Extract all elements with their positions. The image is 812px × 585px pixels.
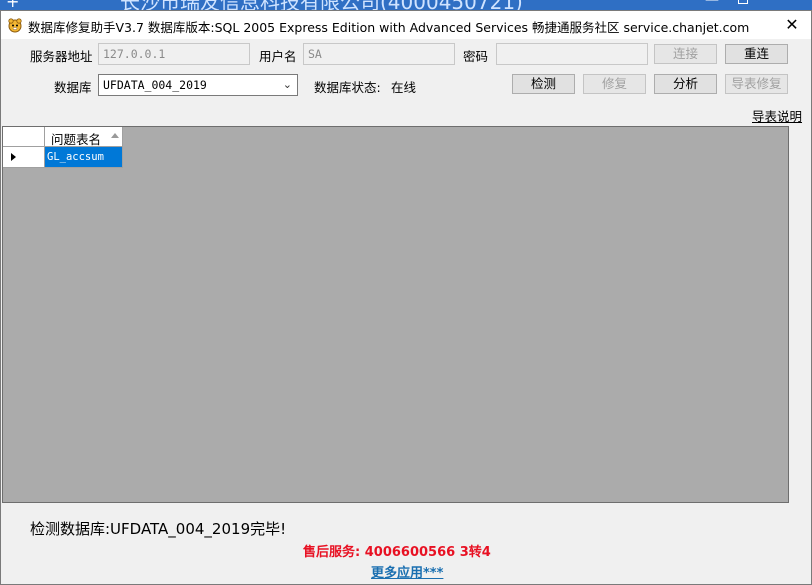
window-title: 数据库修复助手V3.7 数据库版本:SQL 2005 Express Editi… xyxy=(28,20,750,35)
database-label: 数据库 xyxy=(54,80,92,95)
table-row[interactable]: GL_accsum xyxy=(45,147,123,168)
row-header[interactable] xyxy=(3,147,45,168)
username-label: 用户名 xyxy=(259,49,297,64)
sort-ascending-icon xyxy=(111,133,119,138)
chevron-down-icon: ⌄ xyxy=(282,78,292,91)
reconnect-button[interactable]: 重连 xyxy=(725,44,788,64)
grid-corner-header[interactable] xyxy=(3,127,45,147)
database-status-value: 在线 xyxy=(391,80,417,95)
app-logo-icon xyxy=(8,18,22,33)
username-field[interactable]: SA xyxy=(303,43,455,65)
maximize-icon xyxy=(738,0,748,4)
server-address-field[interactable]: 127.0.0.1 xyxy=(98,43,250,65)
more-apps-link[interactable]: 更多应用*** xyxy=(371,562,443,581)
password-label: 密码 xyxy=(463,49,489,64)
plus-icon: + xyxy=(6,0,20,10)
current-row-pointer-icon xyxy=(11,153,16,161)
problem-tables-grid[interactable]: 问题表名 GL_accsum xyxy=(2,126,789,503)
status-message: 检测数据库:UFDATA_004_2019完毕! xyxy=(30,520,287,538)
import-repair-button[interactable]: 导表修复 xyxy=(725,74,788,94)
repair-assistant-window: 数据库修复助手V3.7 数据库版本:SQL 2005 Express Editi… xyxy=(0,10,812,585)
minimize-icon: — xyxy=(705,0,719,8)
import-help-link[interactable]: 导表说明 xyxy=(752,106,802,125)
close-button[interactable]: ✕ xyxy=(779,15,805,35)
connect-button[interactable]: 连接 xyxy=(654,44,717,64)
analyze-button[interactable]: 分析 xyxy=(654,74,717,94)
database-select-value: UFDATA_004_2019 xyxy=(103,78,207,92)
column-header-label: 问题表名 xyxy=(51,132,102,147)
database-status-label: 数据库状态: xyxy=(314,80,381,95)
repair-button[interactable]: 修复 xyxy=(583,74,646,94)
support-hotline: 售后服务: 4006600566 3转4 xyxy=(303,545,491,560)
background-window-title: 长沙市瑞友信息科技有限公司(4000450721) xyxy=(120,0,523,10)
check-button[interactable]: 检测 xyxy=(512,74,575,94)
database-select[interactable]: UFDATA_004_2019 ⌄ xyxy=(98,74,298,96)
background-window: + 长沙市瑞友信息科技有限公司(4000450721) — xyxy=(0,0,812,10)
column-header-table-name[interactable]: 问题表名 xyxy=(45,127,123,147)
server-address-label: 服务器地址 xyxy=(30,49,93,64)
password-field[interactable] xyxy=(496,43,648,65)
title-bar: 数据库修复助手V3.7 数据库版本:SQL 2005 Express Editi… xyxy=(1,11,811,39)
